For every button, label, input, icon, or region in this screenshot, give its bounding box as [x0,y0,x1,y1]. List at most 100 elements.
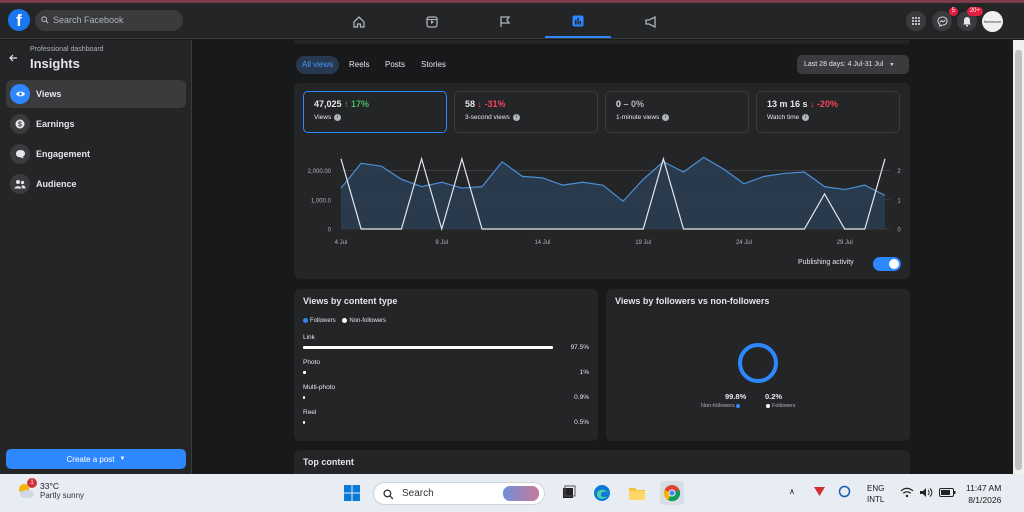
home-nav-icon[interactable] [326,6,392,38]
language-top: ENG [867,484,885,493]
metric-1-minute-views[interactable]: 0 – 0% 1-minute views i [605,91,749,133]
profile-avatar[interactable]: freelancer [982,11,1003,32]
windows-start-icon[interactable] [340,481,364,505]
scrollbar-thumb[interactable] [1015,50,1022,470]
followers-card: Views by followers vs non-followers 99.8… [606,289,910,441]
search-icon [41,16,49,24]
weather-icon[interactable]: 1 [16,478,37,506]
content-row-label: Link [303,334,315,341]
content-row-bar [303,396,306,399]
tab-stories[interactable]: Stories [415,56,452,74]
metric-value: 0 [616,99,622,109]
menu-grid-icon[interactable] [906,11,926,31]
search-input[interactable]: Search Facebook [35,10,183,31]
views-overview-card: 47,025 ↑ 17% Views i 58 ↓ -31% 3-second v… [294,83,910,279]
sidebar-item-earnings[interactable]: $ Earnings [6,110,186,138]
sidebar-item-views[interactable]: Views [6,80,186,108]
y-left-tick-label: 0 [328,228,332,234]
notifications-bell-icon[interactable]: 20+ [957,7,983,31]
info-icon[interactable]: i [662,114,670,121]
followers-donut-chart [738,343,778,383]
x-tick-label: 14 Jul [534,240,550,246]
dollar-icon: $ [10,114,30,134]
battery-icon[interactable] [939,488,956,499]
ads-megaphone-icon[interactable] [618,6,684,38]
date-range-select[interactable]: Last 28 days: 4 Jul-31 Jul ▼ [797,55,909,74]
metric-label: Views [314,114,332,122]
wifi-icon[interactable] [900,487,914,500]
messenger-icon[interactable]: 5 [932,7,958,31]
caret-down-icon: ▼ [119,456,126,462]
tab-reels[interactable]: Reels [343,56,375,74]
weather-widget[interactable]: 33°C Partly sunny [40,481,84,500]
metric-watch-time[interactable]: 13 m 16 s ↓ -20% Watch time i [756,91,900,133]
create-post-label: Create a post [66,454,115,464]
y-right-tick-label: 2 [897,169,901,175]
edge-browser-icon[interactable] [590,481,614,505]
insights-nav-icon[interactable] [545,6,611,38]
create-post-button[interactable]: Create a post ▼ [6,449,186,469]
pages-flag-icon[interactable] [472,6,538,38]
metric-3-second-views[interactable]: 58 ↓ -31% 3-second views i [454,91,598,133]
content-row-label: Reel [303,409,317,416]
tray-overflow-chevron-icon[interactable]: ∧ [789,487,795,496]
content-row-pct: 1% [579,369,589,376]
windows-taskbar: 1 33°C Partly sunny Search ∧ ENG INTL 11… [0,474,1024,512]
sidebar-item-engagement[interactable]: Engagement [6,140,186,168]
taskbar-search[interactable]: Search [373,482,545,505]
x-tick-label: 24 Jul [736,240,752,246]
metric-value: 47,025 [314,99,342,109]
volume-icon[interactable] [919,487,933,500]
chrome-browser-icon[interactable] [660,481,684,505]
publishing-activity-toggle[interactable] [873,257,901,271]
legend-item: Non-followers [349,318,387,325]
svg-text:$: $ [18,122,22,129]
x-tick-label: 29 Jul [837,240,853,246]
video-nav-icon[interactable] [399,6,465,38]
previous-card-edge [294,40,910,44]
metric-views[interactable]: 47,025 ↑ 17% Views i [303,91,447,133]
language-bottom: INTL [867,495,885,504]
avatar-text: freelancer [983,19,1002,24]
antivirus-tray-icon[interactable] [813,485,826,500]
legend-item: Non-followers [701,403,735,409]
task-view-icon[interactable] [556,481,580,505]
metric-change: – 0% [623,99,645,109]
file-explorer-icon[interactable] [625,481,649,505]
followers-pct: 0.2% [765,392,783,401]
y-left-tick-label: 2,000.00 [308,169,332,175]
info-icon[interactable]: i [334,114,342,121]
clock[interactable]: 11:47 AM 8/1/2026 [966,482,1001,506]
legend-dot-non-followers [342,318,348,323]
info-icon[interactable]: i [802,114,810,121]
sidebar-item-audience[interactable]: Audience [6,170,186,198]
sync-tray-icon[interactable] [838,485,851,500]
views-line-chart: 2,000.00 21,000.0 10 04 Jul 9 Jul 14 Jul 19 Ju… [308,156,901,246]
taskbar-search-label: Search [402,488,434,499]
tab-all-views[interactable]: All views [296,56,340,74]
messenger-badge: 5 [948,7,958,16]
info-icon[interactable]: i [512,114,520,121]
chart-legend: Followers Non-followers [303,318,386,324]
page-scrollbar[interactable] [1013,40,1024,474]
legend-dot [766,403,770,408]
notification-badge: 20+ [966,7,983,16]
legend-dot-followers [303,318,308,323]
insights-sidebar: Professional dashboard Insights Views $ … [0,40,192,474]
main-content: All views Reels Posts Stories Last 28 da… [193,40,1013,480]
x-tick-label: 9 Jul [435,240,448,246]
tab-posts[interactable]: Posts [379,56,411,74]
content-row-pct: 0.5% [574,419,589,426]
people-icon [10,174,30,194]
back-arrow-icon[interactable] [8,50,18,68]
facebook-logo-icon[interactable]: f [8,9,30,31]
content-row-bar [303,346,553,349]
x-tick-label: 19 Jul [635,240,651,246]
language-indicator[interactable]: ENG INTL [867,483,884,505]
metric-change: ↓ -31% [477,99,506,109]
metric-value: 13 m 16 s [767,99,808,109]
metric-change: ↑ 17% [344,99,370,109]
metric-label: 1-minute views [616,114,660,122]
metric-change: ↓ -20% [810,99,839,109]
chat-icon [10,144,30,164]
